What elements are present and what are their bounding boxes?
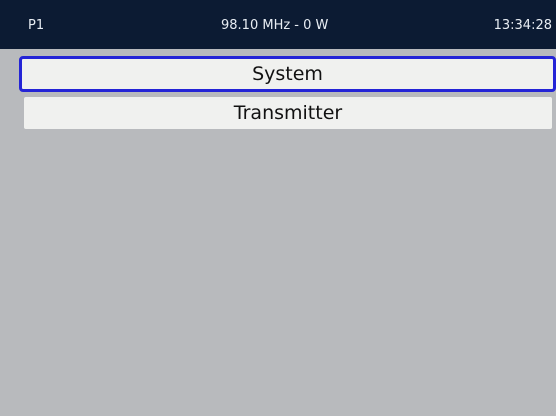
preset-indicator: P1 — [28, 18, 45, 33]
menu-item-label: System — [252, 63, 323, 85]
menu-item-transmitter[interactable]: Transmitter — [24, 97, 552, 129]
menu-item-system[interactable]: System — [19, 56, 556, 92]
clock: 13:34:28 — [493, 18, 552, 33]
device-screen: P1 98.10 MHz - 0 W 13:34:28 System Trans… — [0, 0, 556, 416]
menu-item-label: Transmitter — [233, 102, 343, 124]
frequency-power-readout: 98.10 MHz - 0 W — [221, 18, 329, 33]
status-bar: P1 98.10 MHz - 0 W 13:34:28 — [0, 0, 556, 49]
